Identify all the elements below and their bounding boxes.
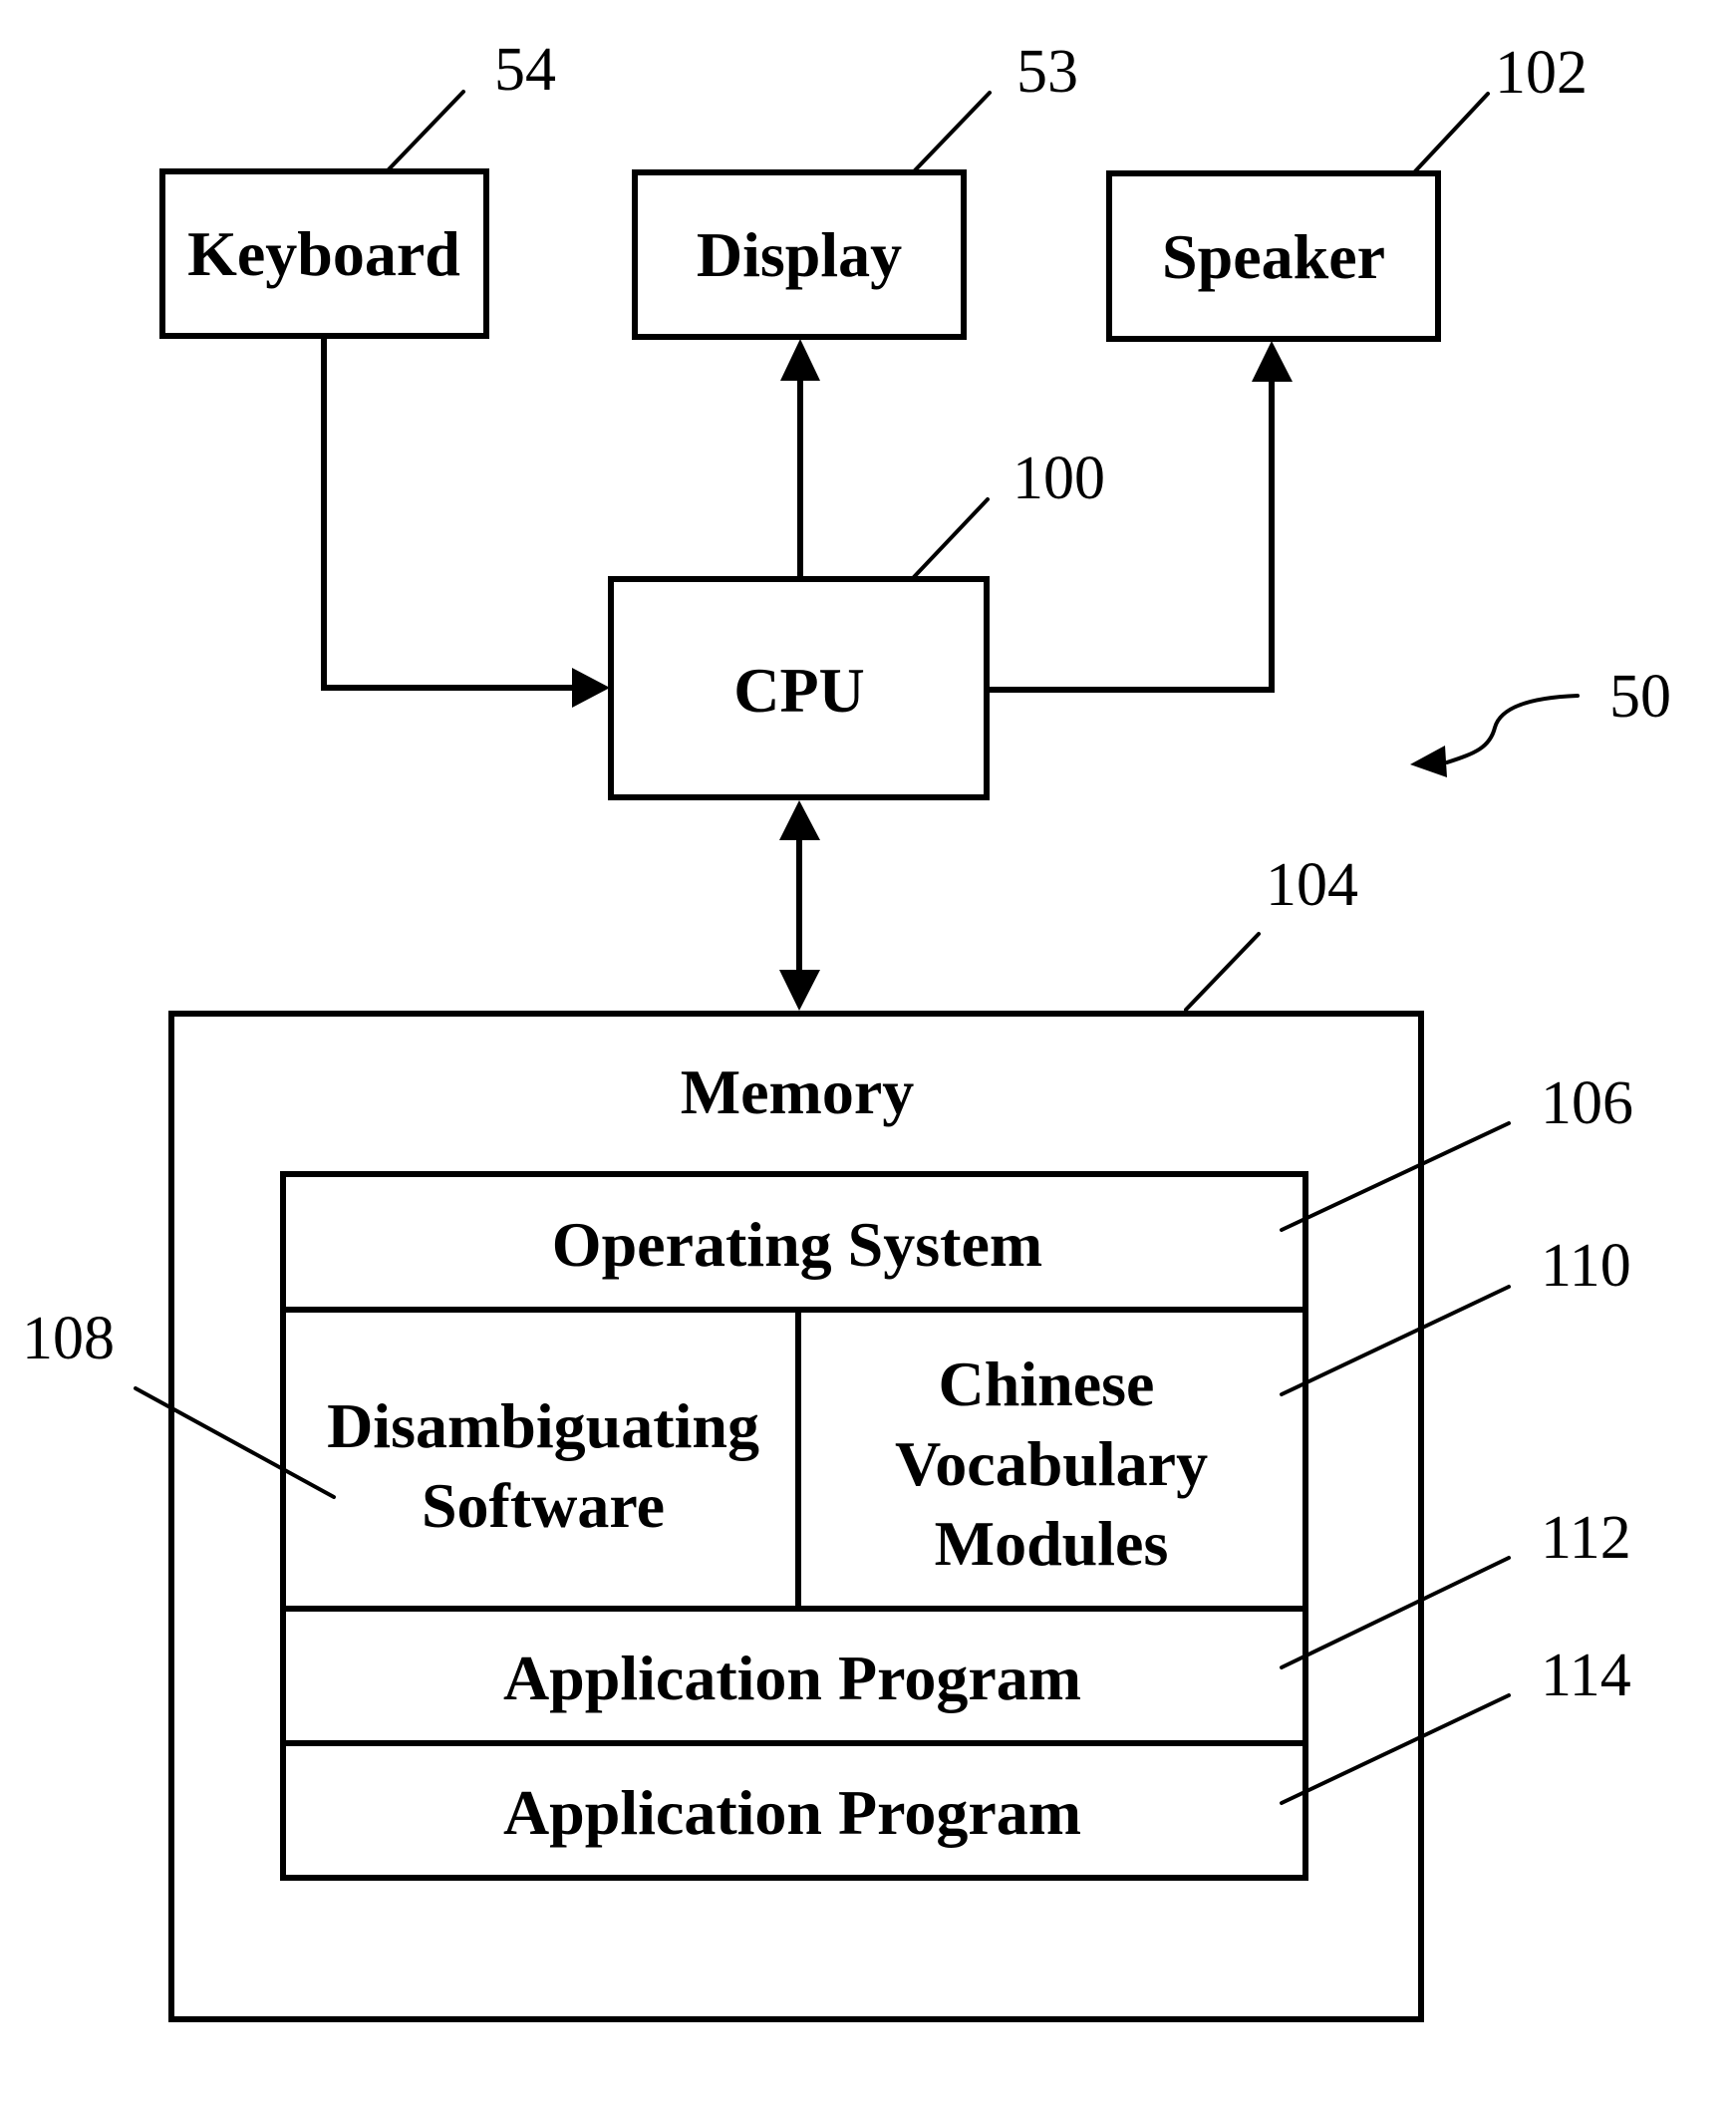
keyboard-to-cpu-line bbox=[321, 336, 573, 691]
disambiguating-software-label-line2: Software bbox=[422, 1470, 665, 1541]
cpu-to-display-arrowhead bbox=[780, 339, 820, 381]
disambiguating-software-label-line1: Disambiguating bbox=[327, 1390, 759, 1461]
display-ref-leader bbox=[913, 91, 992, 172]
keyboard-block: Keyboard bbox=[159, 168, 489, 339]
cpu-memory-arrowhead-down bbox=[779, 970, 820, 1011]
system-ref-curve bbox=[1445, 694, 1580, 764]
display-block: Display bbox=[632, 169, 967, 340]
application-program-2-ref-number: 114 bbox=[1541, 1642, 1631, 1709]
cpu-memory-arrowhead-up bbox=[779, 800, 820, 840]
operating-system-label: Operating System bbox=[552, 1209, 1042, 1280]
chinese-vocabulary-label-line1: Chinese bbox=[939, 1349, 1155, 1419]
application-program-1-label: Application Program bbox=[503, 1643, 1081, 1713]
speaker-ref-number: 102 bbox=[1495, 39, 1588, 107]
chinese-vocabulary-ref-number: 110 bbox=[1541, 1232, 1631, 1300]
chinese-vocabulary-label-line3: Modules bbox=[935, 1508, 1169, 1579]
cpu-ref-number: 100 bbox=[1013, 445, 1105, 512]
keyboard-to-cpu-arrowhead bbox=[572, 668, 610, 708]
speaker-ref-leader bbox=[1413, 92, 1490, 173]
memory-ref-number: 104 bbox=[1266, 851, 1358, 919]
chinese-vocabulary-label-line2: Vocabulary bbox=[895, 1428, 1208, 1499]
speaker-block: Speaker bbox=[1106, 170, 1441, 342]
memory-ref-leader bbox=[1184, 932, 1261, 1012]
disambiguating-software-ref-number: 108 bbox=[22, 1305, 115, 1372]
memory-block: Memory Operating System Disambiguating S… bbox=[168, 1011, 1424, 2022]
cpu-label: CPU bbox=[733, 655, 865, 726]
speaker-label: Speaker bbox=[1162, 221, 1385, 292]
cpu-to-speaker-arrowhead bbox=[1252, 341, 1293, 382]
application-program-1-ref-number: 112 bbox=[1541, 1504, 1631, 1572]
cpu-block: CPU bbox=[608, 576, 990, 800]
keyboard-label: Keyboard bbox=[187, 218, 460, 289]
memory-label: Memory bbox=[681, 1056, 915, 1127]
application-program-2-label: Application Program bbox=[503, 1777, 1081, 1848]
keyboard-ref-number: 54 bbox=[494, 36, 556, 104]
cpu-to-speaker-line bbox=[987, 379, 1275, 693]
display-label: Display bbox=[697, 219, 902, 290]
keyboard-ref-leader bbox=[387, 90, 465, 171]
system-block-diagram: Keyboard 54 Display 53 Speaker 102 CPU 1… bbox=[22, 36, 1671, 2022]
system-ref-arrowhead bbox=[1410, 746, 1447, 777]
display-ref-number: 53 bbox=[1016, 38, 1078, 106]
cpu-ref-leader bbox=[912, 497, 990, 579]
operating-system-ref-number: 106 bbox=[1541, 1069, 1633, 1137]
system-ref-number: 50 bbox=[1609, 663, 1671, 731]
